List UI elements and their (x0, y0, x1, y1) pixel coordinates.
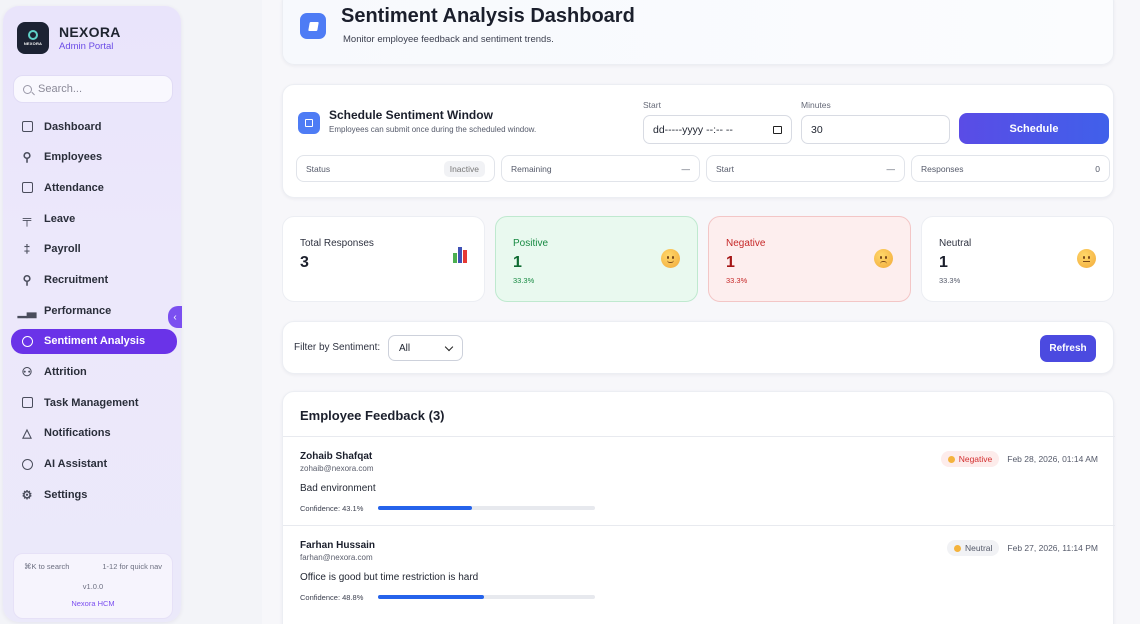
employee-name: Zohaib Shafqat (300, 451, 373, 462)
feedback-title: Employee Feedback (3) (300, 408, 445, 423)
search-box[interactable] (13, 75, 173, 103)
kpi-positive: Positive 1 33.3% (495, 216, 698, 302)
search-input[interactable] (38, 83, 168, 95)
bar-chart-icon: ▁▃ (17, 303, 37, 318)
product-label: Nexora HCM (71, 599, 115, 608)
feedback-date: Feb 28, 2026, 01:14 AM (1007, 454, 1098, 464)
calendar-picker-icon[interactable] (773, 125, 782, 134)
schedule-title: Schedule Sentiment Window (329, 108, 493, 122)
confidence-bar (378, 595, 595, 599)
search-shortcut-hint: ⌘K to search (24, 562, 70, 571)
feedback-text: Bad environment (300, 483, 376, 494)
nav-shortcut-hint: 1-12 for quick nav (102, 562, 162, 571)
chevron-left-icon: ‹ (173, 311, 177, 323)
user-plus-icon: ⚲ (22, 272, 32, 287)
confidence-label: Confidence: 43.1% (300, 504, 364, 513)
schedule-window-card: Schedule Sentiment Window Employees can … (282, 84, 1114, 198)
schedule-subtitle: Employees can submit once during the sch… (329, 125, 537, 134)
brand[interactable]: NEXORA NEXORA Admin Portal (17, 22, 121, 54)
smile-emoji-icon (661, 249, 680, 268)
brand-name: NEXORA (59, 24, 121, 40)
sidebar-item-attrition[interactable]: ⚇ Attrition (11, 360, 177, 385)
page-title: Sentiment Analysis Dashboard (341, 5, 635, 27)
chevron-down-icon (444, 342, 454, 351)
sidebar-footer: ⌘K to search 1-12 for quick nav v1.0.0 N… (13, 553, 173, 619)
feedback-date: Feb 27, 2026, 11:14 PM (1007, 543, 1098, 553)
minutes-input[interactable]: 30 (801, 115, 950, 144)
collapse-sidebar-button[interactable]: ‹ (168, 306, 182, 328)
page-subtitle: Monitor employee feedback and sentiment … (343, 34, 554, 45)
sad-emoji-icon (874, 249, 893, 268)
employee-feedback-card: Employee Feedback (3) Zohaib Shafqat zoh… (282, 391, 1115, 624)
calendar-icon (298, 112, 320, 134)
sidebar-item-dashboard[interactable]: Dashboard (11, 114, 177, 139)
schedule-button[interactable]: Schedule (959, 113, 1109, 144)
sidebar-nav: Dashboard ⚲ Employees Attendance ╤ Leave… (11, 114, 177, 513)
status-stat: Status Inactive (296, 155, 495, 182)
sentiment-badge: Negative (940, 451, 1000, 467)
minutes-label: Minutes (801, 100, 831, 110)
sidebar-item-leave[interactable]: ╤ Leave (11, 206, 177, 231)
start-stat: Start — (706, 155, 905, 182)
sidebar-item-payroll[interactable]: ‡ Payroll (11, 237, 177, 262)
feedback-item[interactable]: Farhan Hussain farhan@nexora.com Office … (283, 525, 1115, 614)
calendar-icon (21, 182, 33, 194)
sidebar-item-recruitment[interactable]: ⚲ Recruitment (11, 267, 177, 292)
grid-icon (21, 121, 33, 133)
sidebar-item-employees[interactable]: ⚲ Employees (11, 145, 177, 170)
start-datetime-input[interactable]: dd-----yyyy --:-- -- (643, 115, 792, 144)
leave-icon: ╤ (22, 211, 32, 226)
kpi-neutral: Neutral 1 33.3% (921, 216, 1114, 302)
sidebar-item-performance[interactable]: ▁▃ Performance (11, 298, 177, 323)
main-content: Sentiment Analysis Dashboard Monitor emp… (262, 0, 1140, 624)
confidence-label: Confidence: 48.8% (300, 593, 364, 602)
feedback-item[interactable]: Zohaib Shafqat zohaib@nexora.com Bad env… (283, 436, 1115, 525)
responses-stat: Responses 0 (911, 155, 1110, 182)
kpi-negative: Negative 1 33.3% (708, 216, 911, 302)
sidebar-item-notifications[interactable]: △ Notifications (11, 421, 177, 446)
kpi-total-responses: Total Responses 3 (282, 216, 485, 302)
sidebar-item-attendance[interactable]: Attendance (11, 175, 177, 200)
feedback-text: Office is good but time restriction is h… (300, 572, 479, 583)
brand-subtitle: Admin Portal (59, 41, 114, 52)
gear-icon: ⚙ (21, 487, 33, 502)
neutral-emoji-icon (954, 544, 962, 552)
remaining-stat: Remaining — (501, 155, 700, 182)
users-icon: ⚇ (21, 365, 33, 379)
smile-icon (21, 335, 33, 347)
sidebar-item-task-management[interactable]: Task Management (11, 390, 177, 415)
bar-chart-icon (453, 247, 467, 263)
status-badge: Inactive (443, 160, 485, 177)
bell-icon: △ (22, 426, 32, 441)
chat-icon (21, 458, 33, 470)
search-icon (23, 84, 32, 94)
sidebar-item-settings[interactable]: ⚙ Settings (11, 482, 177, 507)
page-header: Sentiment Analysis Dashboard Monitor emp… (282, 0, 1114, 65)
start-label: Start (643, 100, 661, 110)
dollar-icon: ‡ (23, 242, 31, 257)
brand-logo: NEXORA (17, 22, 49, 54)
user-icon: ⚲ (22, 150, 32, 165)
sentiment-badge: Neutral (947, 540, 1000, 556)
neutral-emoji-icon (1077, 249, 1096, 268)
employee-email: zohaib@nexora.com (300, 464, 374, 473)
refresh-button[interactable]: Refresh (1040, 335, 1096, 362)
sad-emoji-icon (947, 455, 955, 463)
edit-icon (300, 13, 326, 39)
employee-name: Farhan Hussain (300, 540, 376, 551)
employee-email: farhan@nexora.com (300, 553, 373, 562)
sidebar-item-sentiment-analysis[interactable]: Sentiment Analysis (11, 328, 177, 354)
sentiment-filter-select[interactable]: All (388, 335, 463, 361)
confidence-bar (378, 506, 595, 510)
filter-bar: Filter by Sentiment: All Refresh (282, 321, 1114, 374)
version-label: v1.0.0 (82, 582, 104, 591)
filter-label: Filter by Sentiment: (294, 342, 381, 353)
sidebar-item-ai-assistant[interactable]: AI Assistant (11, 452, 177, 477)
sidebar: NEXORA NEXORA Admin Portal Dashboard ⚲ E… (3, 6, 181, 622)
clipboard-icon (21, 397, 33, 409)
